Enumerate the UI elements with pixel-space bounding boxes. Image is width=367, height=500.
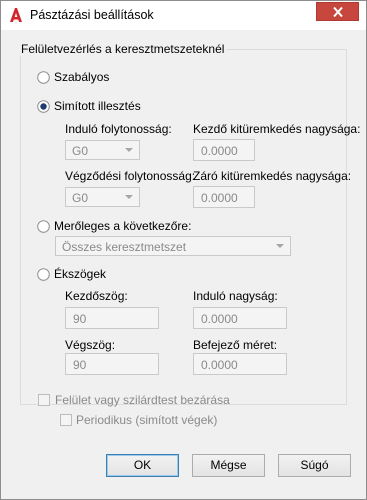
label-start-magnitude: Induló nagyság: bbox=[193, 289, 278, 303]
perpendicular-select-value: Összes keresztmetszet bbox=[62, 240, 187, 254]
start-magnitude-value: 0.0000 bbox=[201, 312, 238, 326]
start-bulge-field[interactable]: 0.0000 bbox=[193, 139, 255, 161]
label-draft-angles[interactable]: Ékszögek bbox=[54, 267, 106, 281]
dialog-body: Felületvezérlés a keresztmetszeteknél Sz… bbox=[9, 30, 361, 491]
window-title: Pásztázási beállítások bbox=[30, 8, 154, 22]
chevron-down-icon bbox=[276, 244, 284, 248]
chevron-down-icon bbox=[125, 148, 133, 152]
label-start-angle: Kezdőszög: bbox=[65, 289, 128, 303]
end-angle-value: 90 bbox=[73, 358, 87, 372]
close-icon bbox=[333, 7, 343, 17]
start-bulge-value: 0.0000 bbox=[201, 144, 238, 158]
radio-smooth-fit[interactable] bbox=[37, 100, 50, 113]
close-surface-checkbox[interactable] bbox=[38, 394, 50, 406]
end-magnitude-field[interactable]: 0.0000 bbox=[193, 353, 287, 375]
label-start-bulge: Kezdő kitüremkedés nagysága: bbox=[193, 122, 361, 136]
label-periodic[interactable]: Periodikus (simított végek) bbox=[76, 413, 217, 427]
start-magnitude-field[interactable]: 0.0000 bbox=[193, 307, 287, 329]
ok-button[interactable]: OK bbox=[106, 454, 179, 477]
label-start-continuity: Induló folytonosság: bbox=[65, 122, 172, 136]
close-button[interactable] bbox=[316, 2, 359, 21]
label-end-magnitude: Befejező méret: bbox=[193, 338, 278, 352]
label-end-continuity: Végződési folytonosság: bbox=[65, 169, 196, 183]
radio-regular[interactable] bbox=[37, 71, 50, 84]
label-regular[interactable]: Szabályos bbox=[54, 70, 109, 84]
end-magnitude-value: 0.0000 bbox=[201, 358, 238, 372]
chevron-down-icon bbox=[125, 195, 133, 199]
start-angle-value: 90 bbox=[73, 312, 87, 326]
group-title: Felületvezérlés a keresztmetszeteknél bbox=[19, 42, 227, 56]
dialog-window: Pásztázási beállítások Felületvezérlés a… bbox=[0, 0, 367, 500]
label-close-surface[interactable]: Felület vagy szilárdtest bezárása bbox=[55, 393, 230, 407]
start-angle-field[interactable]: 90 bbox=[65, 307, 159, 329]
autocad-logo-icon bbox=[10, 8, 22, 22]
end-bulge-field[interactable]: 0.0000 bbox=[193, 186, 255, 208]
radio-perpendicular[interactable] bbox=[37, 220, 50, 233]
end-continuity-value: G0 bbox=[72, 191, 89, 205]
end-angle-field[interactable]: 90 bbox=[65, 353, 159, 375]
periodic-checkbox[interactable] bbox=[60, 414, 72, 426]
start-continuity-select[interactable]: G0 bbox=[65, 140, 140, 160]
perpendicular-select[interactable]: Összes keresztmetszet bbox=[55, 236, 291, 256]
start-continuity-value: G0 bbox=[72, 144, 89, 158]
label-end-angle: Végszög: bbox=[65, 338, 116, 352]
label-end-bulge: Záró kitüremkedés nagysága: bbox=[193, 169, 352, 183]
cancel-button[interactable]: Mégse bbox=[192, 454, 265, 477]
end-continuity-select[interactable]: G0 bbox=[65, 187, 140, 207]
label-perpendicular[interactable]: Merőleges a következőre: bbox=[54, 219, 191, 233]
help-button[interactable]: Súgó bbox=[278, 454, 351, 477]
label-smooth-fit[interactable]: Simított illesztés bbox=[54, 99, 141, 113]
radio-draft-angles[interactable] bbox=[37, 268, 50, 281]
title-bar[interactable]: Pásztázási beállítások bbox=[1, 1, 366, 30]
end-bulge-value: 0.0000 bbox=[201, 191, 238, 205]
